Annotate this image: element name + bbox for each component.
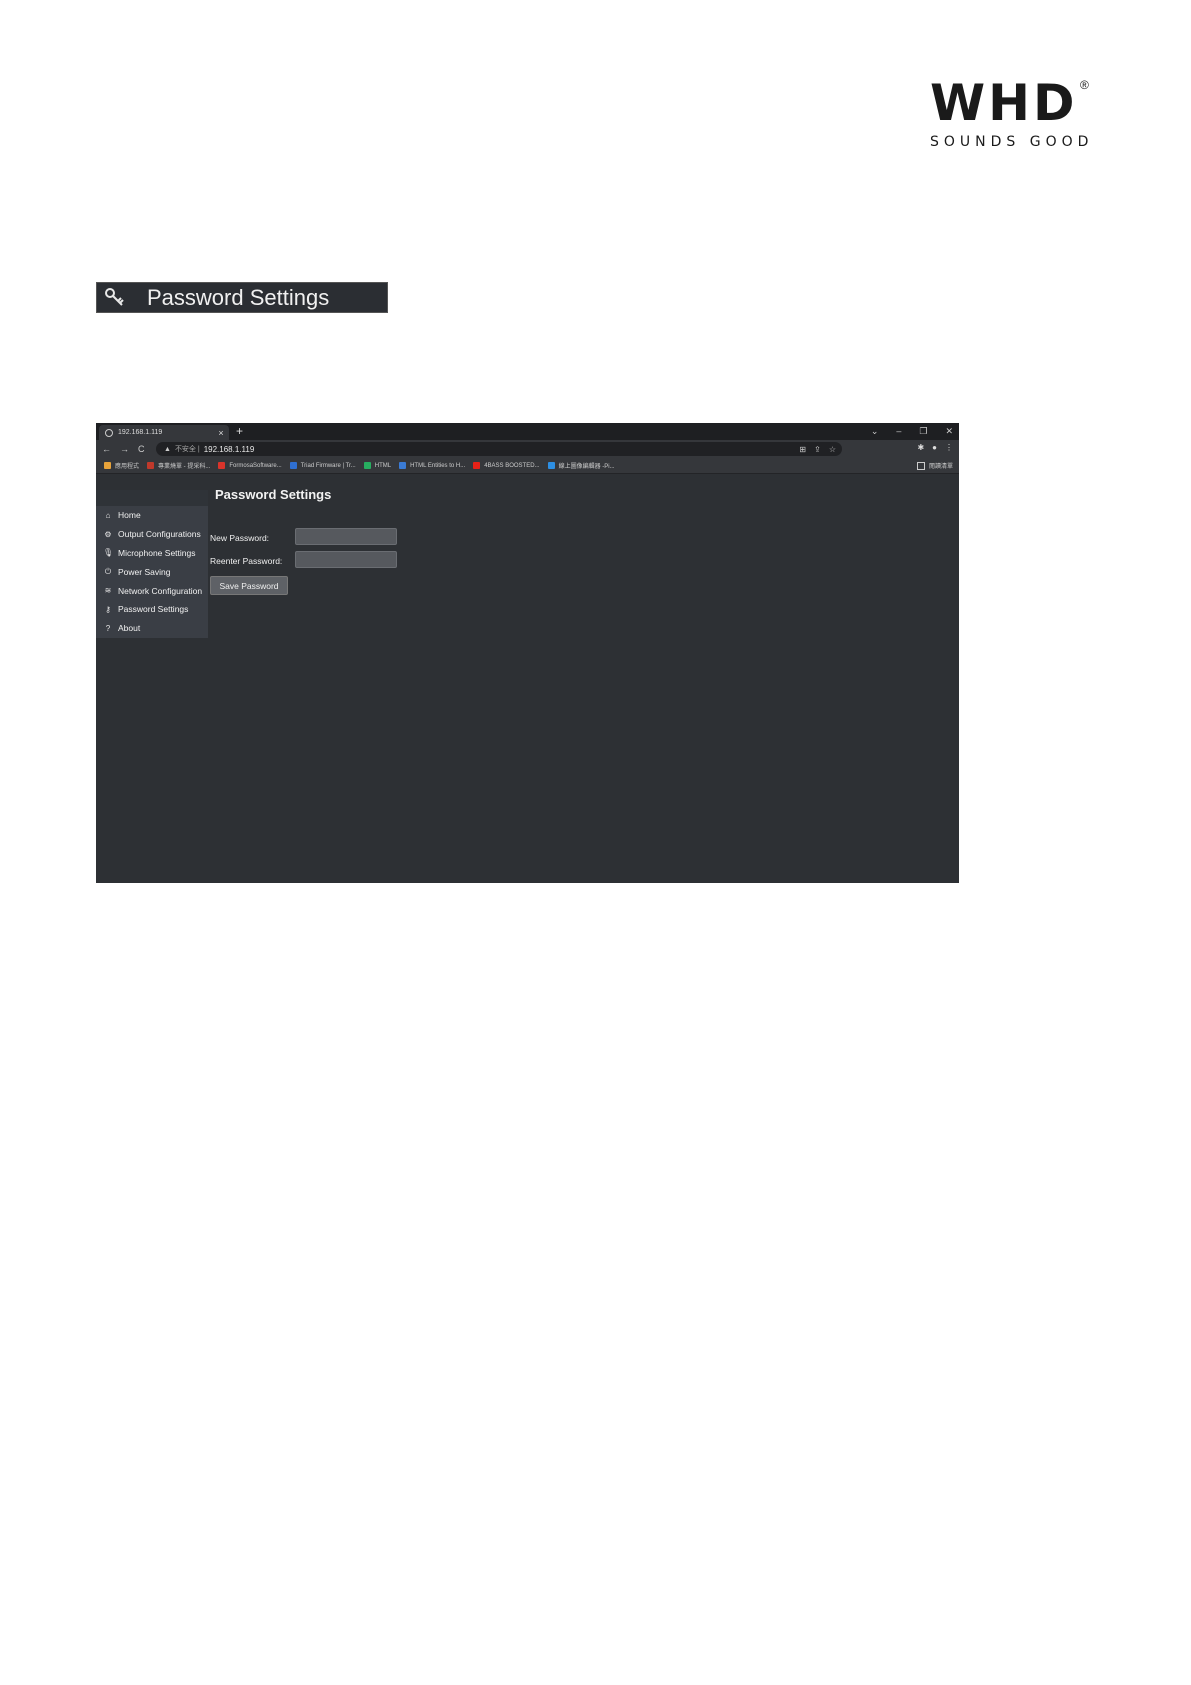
bookmarks-bar: 應用程式 專業燒單 - 提采科... FormosaSoftware... Tr… xyxy=(96,458,959,474)
gear-icon: ⚙ xyxy=(104,529,112,539)
profile-icon[interactable]: ● xyxy=(932,443,937,452)
nav-item-power-saving[interactable]: ⏻ Power Saving xyxy=(96,562,208,581)
bookmark-label: HTML Entities to H... xyxy=(410,462,466,469)
bookmark-item[interactable]: Triad Firmware | Tr... xyxy=(289,462,356,469)
bookmark-favicon-icon xyxy=(147,462,155,469)
reenter-password-label: Reenter Password: xyxy=(210,556,283,566)
restore-icon[interactable]: ❐ xyxy=(919,424,927,438)
window-controls: ⌄ – ❐ ✕ xyxy=(871,424,953,438)
bookmark-label: 線上圖像編輯器 -Pi... xyxy=(558,464,615,470)
microphone-icon: 🎙 xyxy=(103,548,114,558)
bookmark-label: 應用程式 xyxy=(115,464,140,470)
web-page: ⌂ Home ⚙ Output Configurations 🎙 Microphone… xyxy=(96,474,959,883)
tab-search-icon[interactable]: ⌄ xyxy=(871,424,879,438)
nav-item-output-configurations[interactable]: ⚙ Output Configurations xyxy=(96,525,208,544)
address-bar[interactable]: ▲ 不安全 | 192.168.1.119 ⊞ ⇪ ☆ xyxy=(156,442,842,456)
bookmark-item[interactable]: FormosaSoftware... xyxy=(218,462,282,469)
nav-item-label: Output Configurations xyxy=(118,529,201,540)
key-icon xyxy=(105,287,124,306)
window-close-icon[interactable]: ✕ xyxy=(945,424,953,438)
minimize-icon[interactable]: – xyxy=(896,424,901,438)
reading-list-icon xyxy=(916,461,925,470)
menu-icon[interactable]: ⋮ xyxy=(945,443,953,452)
share-icon[interactable]: ⇪ xyxy=(814,445,821,454)
home-icon: ⌂ xyxy=(105,510,111,520)
bookmark-favicon-icon xyxy=(363,462,371,469)
bookmark-apps[interactable]: 應用程式 xyxy=(104,461,139,470)
youtube-icon xyxy=(473,462,481,469)
password-settings-header: Password Settings xyxy=(96,282,388,313)
browser-tab[interactable]: 192.168.1.119 × xyxy=(99,425,229,440)
nav-item-label: Network Configuration xyxy=(118,585,203,596)
nav-item-label: Power Saving xyxy=(118,566,171,577)
logo-tagline: SOUNDS GOOD xyxy=(930,134,1094,150)
nav-item-label: Home xyxy=(118,510,141,521)
bookmark-label: FormosaSoftware... xyxy=(229,462,282,469)
power-icon: ⏻ xyxy=(104,566,112,576)
bookmark-label: Triad Firmware | Tr... xyxy=(300,462,356,469)
new-tab-button[interactable]: + xyxy=(236,424,243,438)
bookmark-item[interactable]: HTML xyxy=(363,462,392,469)
reenter-password-input[interactable] xyxy=(295,551,397,568)
nav-item-about[interactable]: ? About xyxy=(96,619,208,638)
back-icon[interactable]: ← xyxy=(102,444,111,454)
bookmark-label: 專業燒單 - 提采科... xyxy=(158,464,211,470)
address-url[interactable]: 192.168.1.119 xyxy=(204,445,255,454)
nav-item-label: Microphone Settings xyxy=(118,547,196,558)
save-password-button[interactable]: Save Password xyxy=(210,576,288,595)
tab-strip: 192.168.1.119 × + ⌄ – ❐ ✕ xyxy=(96,423,959,440)
bookmark-item[interactable]: HTML Entities to H... xyxy=(399,462,465,469)
sidebar-header xyxy=(96,490,208,506)
wifi-icon: ≋ xyxy=(104,586,112,596)
logo-wordmark: WHD xyxy=(930,74,1078,132)
globe-icon xyxy=(105,428,113,437)
nav-item-network-configuration[interactable]: ≋ Network Configuration xyxy=(96,581,208,600)
bookmark-item[interactable]: 專業燒單 - 提采科... xyxy=(147,461,210,470)
extensions-icon[interactable]: ✱ xyxy=(917,443,924,452)
section-title: Password Settings xyxy=(147,284,330,310)
tab-title: 192.168.1.119 xyxy=(118,429,163,436)
nav-item-microphone-settings[interactable]: 🎙 Microphone Settings xyxy=(96,544,208,563)
reading-list-label: 閱讀清單 xyxy=(928,464,953,470)
nav-item-password-settings[interactable]: ⚷ Password Settings xyxy=(96,600,208,619)
nav-item-label: About xyxy=(118,623,141,634)
new-password-input[interactable] xyxy=(295,528,397,545)
nav-item-label: Password Settings xyxy=(118,604,189,615)
bookmark-star-icon[interactable]: ☆ xyxy=(829,445,836,454)
translate-icon[interactable]: ⊞ xyxy=(799,445,806,454)
bookmark-item[interactable]: 線上圖像編輯器 -Pi... xyxy=(547,461,615,470)
nav-item-home[interactable]: ⌂ Home xyxy=(96,506,208,525)
bookmark-favicon-icon xyxy=(547,462,555,469)
reload-icon[interactable]: C xyxy=(138,444,145,454)
apps-icon xyxy=(104,462,111,469)
page-title: Password Settings xyxy=(215,487,332,502)
bookmark-label: HTML xyxy=(374,462,392,469)
bookmark-label: 4BASS BOOSTED... xyxy=(484,462,540,469)
browser-toolbar: ← → C ▲ 不安全 | 192.168.1.119 ⊞ ⇪ ☆ ✱ ● ⋮ xyxy=(96,440,959,458)
forward-icon[interactable]: → xyxy=(120,444,129,454)
registered-mark: ® xyxy=(1080,78,1089,92)
sidebar-nav: ⌂ Home ⚙ Output Configurations 🎙 Microphone… xyxy=(96,506,208,638)
bookmark-favicon-icon xyxy=(399,462,407,469)
warning-icon[interactable]: ▲ xyxy=(164,446,171,453)
question-icon: ? xyxy=(105,623,111,633)
reading-list[interactable]: 閱讀清單 xyxy=(916,461,953,470)
whd-logo: WHD ® SOUNDS GOOD xyxy=(930,78,1100,150)
new-password-label: New Password: xyxy=(210,533,270,543)
bookmark-item[interactable]: 4BASS BOOSTED... xyxy=(473,462,540,469)
not-secure-label[interactable]: 不安全 | xyxy=(175,444,200,454)
bookmark-favicon-icon xyxy=(218,462,226,469)
bookmark-favicon-icon xyxy=(289,462,297,469)
tab-close-icon[interactable]: × xyxy=(216,428,226,438)
browser-window: 192.168.1.119 × + ⌄ – ❐ ✕ ← → C ▲ 不安全 | … xyxy=(96,423,959,883)
key-icon: ⚷ xyxy=(105,604,111,614)
